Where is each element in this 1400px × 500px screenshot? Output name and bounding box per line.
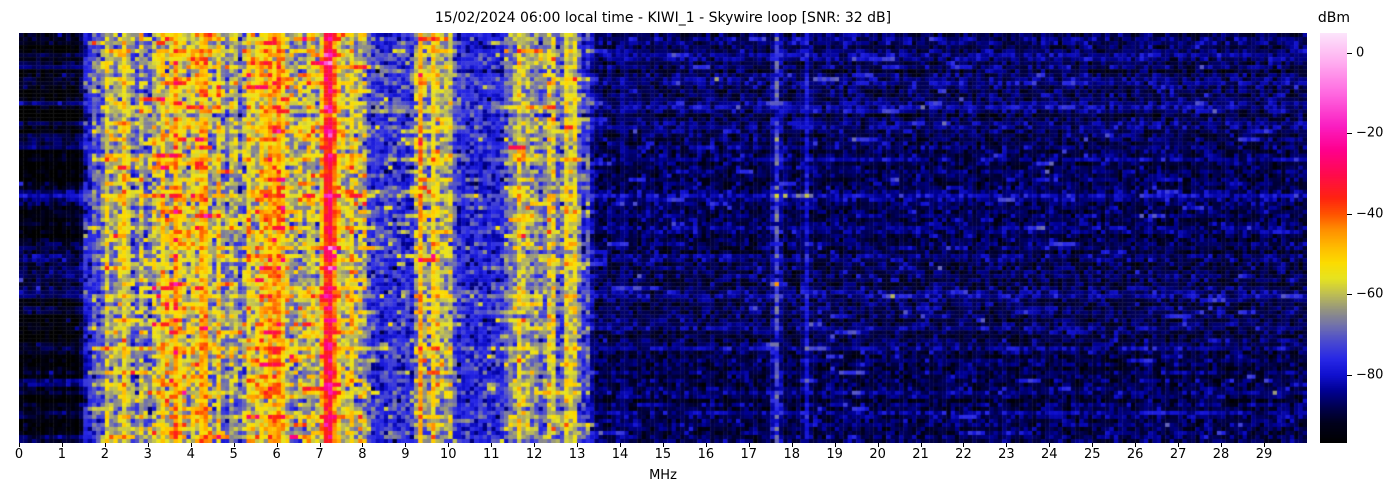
x-tick-label: 11 — [482, 447, 500, 462]
colorbar-tick-label: 0 — [1356, 45, 1365, 61]
x-tick-label: 26 — [1126, 447, 1144, 462]
x-tick-label: 21 — [912, 447, 929, 462]
x-tick-label: 16 — [697, 447, 715, 462]
x-tick-label: 23 — [998, 447, 1015, 462]
x-tick-label: 3 — [143, 447, 152, 462]
colorbar-tick-label: −80 — [1356, 367, 1384, 383]
x-tick-label: 24 — [1041, 447, 1058, 462]
chart-title: 15/02/2024 06:00 local time - KIWI_1 - S… — [434, 10, 892, 26]
x-tick-label: 9 — [401, 447, 410, 462]
x-tick-label: 1 — [57, 447, 67, 462]
spectrogram-heatmap — [19, 33, 1307, 443]
colorbar-label: dBm — [1317, 10, 1351, 26]
colorbar-tick-label: −60 — [1356, 286, 1384, 302]
x-tick-label: 0 — [14, 447, 24, 462]
colorbar-tick-label: −40 — [1356, 206, 1384, 222]
x-tick-label: 4 — [186, 447, 195, 462]
x-tick-label: 7 — [315, 447, 324, 462]
x-tick-label: 2 — [100, 447, 109, 462]
x-axis-label: MHz — [649, 468, 677, 483]
x-tick-label: 17 — [740, 447, 758, 462]
x-tick-label: 10 — [440, 447, 457, 462]
colorbar-tick-mark — [1347, 133, 1352, 135]
x-tick-label: 28 — [1212, 447, 1230, 462]
x-tick-label: 20 — [869, 447, 886, 462]
x-tick-label: 29 — [1255, 447, 1273, 462]
x-tick-label: 27 — [1169, 447, 1187, 462]
x-tick-label: 22 — [955, 447, 972, 462]
colorbar-tick-mark — [1347, 53, 1352, 55]
x-tick-label: 18 — [783, 447, 801, 462]
spectrogram-figure: 15/02/2024 06:00 local time - KIWI_1 - S… — [0, 0, 1400, 500]
colorbar-tick-mark — [1347, 294, 1352, 296]
x-tick-label: 5 — [229, 447, 238, 462]
x-tick-label: 14 — [611, 447, 629, 462]
x-tick-label: 15 — [654, 447, 672, 462]
colorbar-tick-mark — [1347, 213, 1352, 215]
x-tick-label: 13 — [568, 447, 586, 462]
x-tick-label: 19 — [826, 447, 843, 462]
colorbar-tick-label: −20 — [1356, 125, 1384, 141]
x-tick-label: 6 — [272, 447, 281, 462]
x-tick-label: 8 — [358, 447, 367, 462]
x-tick-label: 25 — [1083, 447, 1101, 462]
colorbar-gradient — [1320, 33, 1347, 443]
x-tick-label: 12 — [525, 447, 543, 462]
colorbar-tick-mark — [1347, 374, 1352, 376]
